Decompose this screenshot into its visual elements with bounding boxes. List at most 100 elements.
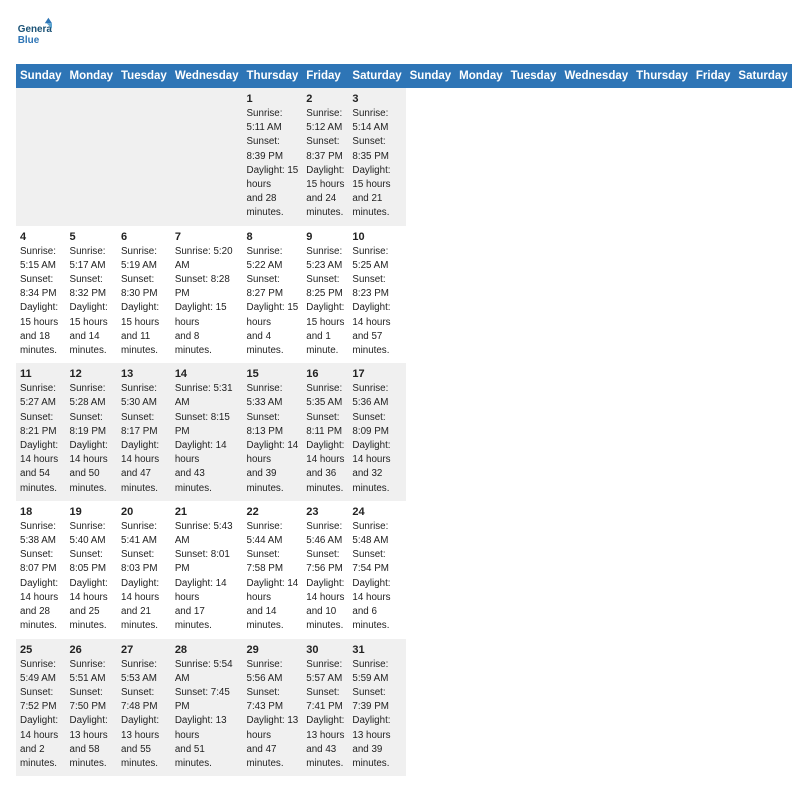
day-info: Sunrise: 5:53 AM Sunset: 7:48 PM Dayligh…	[121, 658, 167, 772]
day-info: Sunrise: 5:46 AM Sunset: 7:56 PM Dayligh…	[306, 520, 344, 634]
day-number: 15	[247, 368, 299, 380]
day-info: Sunrise: 5:30 AM Sunset: 8:17 PM Dayligh…	[121, 382, 167, 496]
calendar-week-row: 25 Sunrise: 5:49 AM Sunset: 7:52 PM Dayli…	[16, 639, 792, 777]
day-number: 19	[70, 506, 113, 518]
day-info: Sunrise: 5:14 AM Sunset: 8:35 PM Dayligh…	[352, 107, 401, 221]
day-info: Sunrise: 5:11 AM Sunset: 8:39 PM Dayligh…	[247, 107, 299, 221]
calendar-cell: 20Sunrise: 5:41 AM Sunset: 8:03 PM Dayli…	[117, 501, 171, 639]
calendar-cell: 10 Sunrise: 5:25 AM Sunset: 8:23 PM Dayli…	[348, 226, 405, 364]
day-info: Sunrise: 5:36 AM Sunset: 8:09 PM Dayligh…	[352, 382, 401, 496]
day-number: 24	[352, 506, 401, 518]
day-info: Sunrise: 5:48 AM Sunset: 7:54 PM Dayligh…	[352, 520, 401, 634]
day-info: Sunrise: 5:51 AM Sunset: 7:50 PM Dayligh…	[70, 658, 113, 772]
day-number: 4	[20, 231, 62, 243]
calendar-cell: 24 Sunrise: 5:48 AM Sunset: 7:54 PM Dayli…	[348, 501, 405, 639]
weekday-header: Thursday	[243, 64, 303, 88]
calendar-cell	[117, 88, 171, 226]
svg-text:General: General	[18, 24, 52, 35]
calendar-cell: 16Sunrise: 5:35 AM Sunset: 8:11 PM Dayli…	[302, 363, 348, 501]
day-info: Sunrise: 5:35 AM Sunset: 8:11 PM Dayligh…	[306, 382, 344, 496]
calendar-cell: 29 Sunrise: 5:56 AM Sunset: 7:43 PM Dayli…	[243, 639, 303, 777]
calendar-cell: 1 Sunrise: 5:11 AM Sunset: 8:39 PM Daylig…	[243, 88, 303, 226]
calendar-cell: 6 Sunrise: 5:19 AM Sunset: 8:30 PM Daylig…	[117, 226, 171, 364]
day-number: 25	[20, 644, 62, 656]
calendar-header-row: SundayMondayTuesdayWednesdayThursdayFrid…	[16, 64, 792, 88]
calendar-cell: 4Sunrise: 5:15 AM Sunset: 8:34 PM Daylig…	[16, 226, 66, 364]
day-number: 28	[175, 644, 239, 656]
calendar-cell: 27 Sunrise: 5:53 AM Sunset: 7:48 PM Dayli…	[117, 639, 171, 777]
calendar-cell	[66, 88, 117, 226]
day-info: Sunrise: 5:25 AM Sunset: 8:23 PM Dayligh…	[352, 245, 401, 359]
day-number: 1	[247, 93, 299, 105]
day-info: Sunrise: 5:17 AM Sunset: 8:32 PM Dayligh…	[70, 245, 113, 359]
calendar-cell: 15 Sunrise: 5:33 AM Sunset: 8:13 PM Dayli…	[243, 363, 303, 501]
calendar-cell: 19 Sunrise: 5:40 AM Sunset: 8:05 PM Dayli…	[66, 501, 117, 639]
weekday-header: Saturday	[348, 64, 405, 88]
day-info: Sunrise: 5:27 AM Sunset: 8:21 PM Dayligh…	[20, 382, 62, 496]
day-info: Sunrise: 5:33 AM Sunset: 8:13 PM Dayligh…	[247, 382, 299, 496]
day-info: Sunrise: 5:57 AM Sunset: 7:41 PM Dayligh…	[306, 658, 344, 772]
day-number: 11	[20, 368, 62, 380]
weekday-header-wednesday: Wednesday	[560, 64, 632, 88]
calendar-cell: 9 Sunrise: 5:23 AM Sunset: 8:25 PM Daylig…	[302, 226, 348, 364]
calendar-week-row: 11 Sunrise: 5:27 AM Sunset: 8:21 PM Dayli…	[16, 363, 792, 501]
calendar-cell: 30Sunrise: 5:57 AM Sunset: 7:41 PM Dayli…	[302, 639, 348, 777]
calendar-cell: 17 Sunrise: 5:36 AM Sunset: 8:09 PM Dayli…	[348, 363, 405, 501]
day-info: Sunrise: 5:49 AM Sunset: 7:52 PM Dayligh…	[20, 658, 62, 772]
calendar-cell: 23 Sunrise: 5:46 AM Sunset: 7:56 PM Dayli…	[302, 501, 348, 639]
logo: General Blue	[16, 16, 52, 52]
day-number: 21	[175, 506, 239, 518]
day-number: 23	[306, 506, 344, 518]
calendar-cell: 25 Sunrise: 5:49 AM Sunset: 7:52 PM Dayli…	[16, 639, 66, 777]
calendar-cell: 18Sunrise: 5:38 AM Sunset: 8:07 PM Dayli…	[16, 501, 66, 639]
day-info: Sunrise: 5:20 AM Sunset: 8:28 PM Dayligh…	[175, 245, 239, 359]
calendar-week-row: 18Sunrise: 5:38 AM Sunset: 8:07 PM Dayli…	[16, 501, 792, 639]
calendar-cell: 11 Sunrise: 5:27 AM Sunset: 8:21 PM Dayli…	[16, 363, 66, 501]
day-number: 29	[247, 644, 299, 656]
weekday-header: Friday	[302, 64, 348, 88]
weekday-header-monday: Monday	[455, 64, 506, 88]
day-info: Sunrise: 5:43 AM Sunset: 8:01 PM Dayligh…	[175, 520, 239, 634]
day-number: 10	[352, 231, 401, 243]
day-info: Sunrise: 5:38 AM Sunset: 8:07 PM Dayligh…	[20, 520, 62, 634]
weekday-header-tuesday: Tuesday	[507, 64, 561, 88]
weekday-header: Sunday	[16, 64, 66, 88]
weekday-header-thursday: Thursday	[632, 64, 692, 88]
day-info: Sunrise: 5:19 AM Sunset: 8:30 PM Dayligh…	[121, 245, 167, 359]
calendar-cell: 28 Sunrise: 5:54 AM Sunset: 7:45 PM Dayli…	[171, 639, 243, 777]
calendar-cell: 2Sunrise: 5:12 AM Sunset: 8:37 PM Daylig…	[302, 88, 348, 226]
day-number: 22	[247, 506, 299, 518]
day-number: 12	[70, 368, 113, 380]
day-info: Sunrise: 5:59 AM Sunset: 7:39 PM Dayligh…	[352, 658, 401, 772]
day-number: 3	[352, 93, 401, 105]
calendar-week-row: 1 Sunrise: 5:11 AM Sunset: 8:39 PM Daylig…	[16, 88, 792, 226]
calendar-cell	[171, 88, 243, 226]
day-info: Sunrise: 5:40 AM Sunset: 8:05 PM Dayligh…	[70, 520, 113, 634]
day-number: 17	[352, 368, 401, 380]
day-info: Sunrise: 5:56 AM Sunset: 7:43 PM Dayligh…	[247, 658, 299, 772]
calendar-cell: 7 Sunrise: 5:20 AM Sunset: 8:28 PM Daylig…	[171, 226, 243, 364]
day-number: 27	[121, 644, 167, 656]
day-info: Sunrise: 5:44 AM Sunset: 7:58 PM Dayligh…	[247, 520, 299, 634]
day-info: Sunrise: 5:28 AM Sunset: 8:19 PM Dayligh…	[70, 382, 113, 496]
page-header: General Blue	[16, 16, 776, 52]
day-number: 9	[306, 231, 344, 243]
day-number: 6	[121, 231, 167, 243]
calendar-week-row: 4Sunrise: 5:15 AM Sunset: 8:34 PM Daylig…	[16, 226, 792, 364]
day-number: 7	[175, 231, 239, 243]
calendar-cell: 14 Sunrise: 5:31 AM Sunset: 8:15 PM Dayli…	[171, 363, 243, 501]
day-number: 20	[121, 506, 167, 518]
day-info: Sunrise: 5:12 AM Sunset: 8:37 PM Dayligh…	[306, 107, 344, 221]
calendar-cell: 3 Sunrise: 5:14 AM Sunset: 8:35 PM Daylig…	[348, 88, 405, 226]
calendar-cell: 26 Sunrise: 5:51 AM Sunset: 7:50 PM Dayli…	[66, 639, 117, 777]
calendar-cell	[16, 88, 66, 226]
day-info: Sunrise: 5:31 AM Sunset: 8:15 PM Dayligh…	[175, 382, 239, 496]
weekday-header-saturday: Saturday	[734, 64, 791, 88]
day-number: 14	[175, 368, 239, 380]
calendar-cell: 5Sunrise: 5:17 AM Sunset: 8:32 PM Daylig…	[66, 226, 117, 364]
weekday-header-friday: Friday	[692, 64, 735, 88]
day-info: Sunrise: 5:54 AM Sunset: 7:45 PM Dayligh…	[175, 658, 239, 772]
day-info: Sunrise: 5:23 AM Sunset: 8:25 PM Dayligh…	[306, 245, 344, 359]
day-number: 8	[247, 231, 299, 243]
day-number: 26	[70, 644, 113, 656]
